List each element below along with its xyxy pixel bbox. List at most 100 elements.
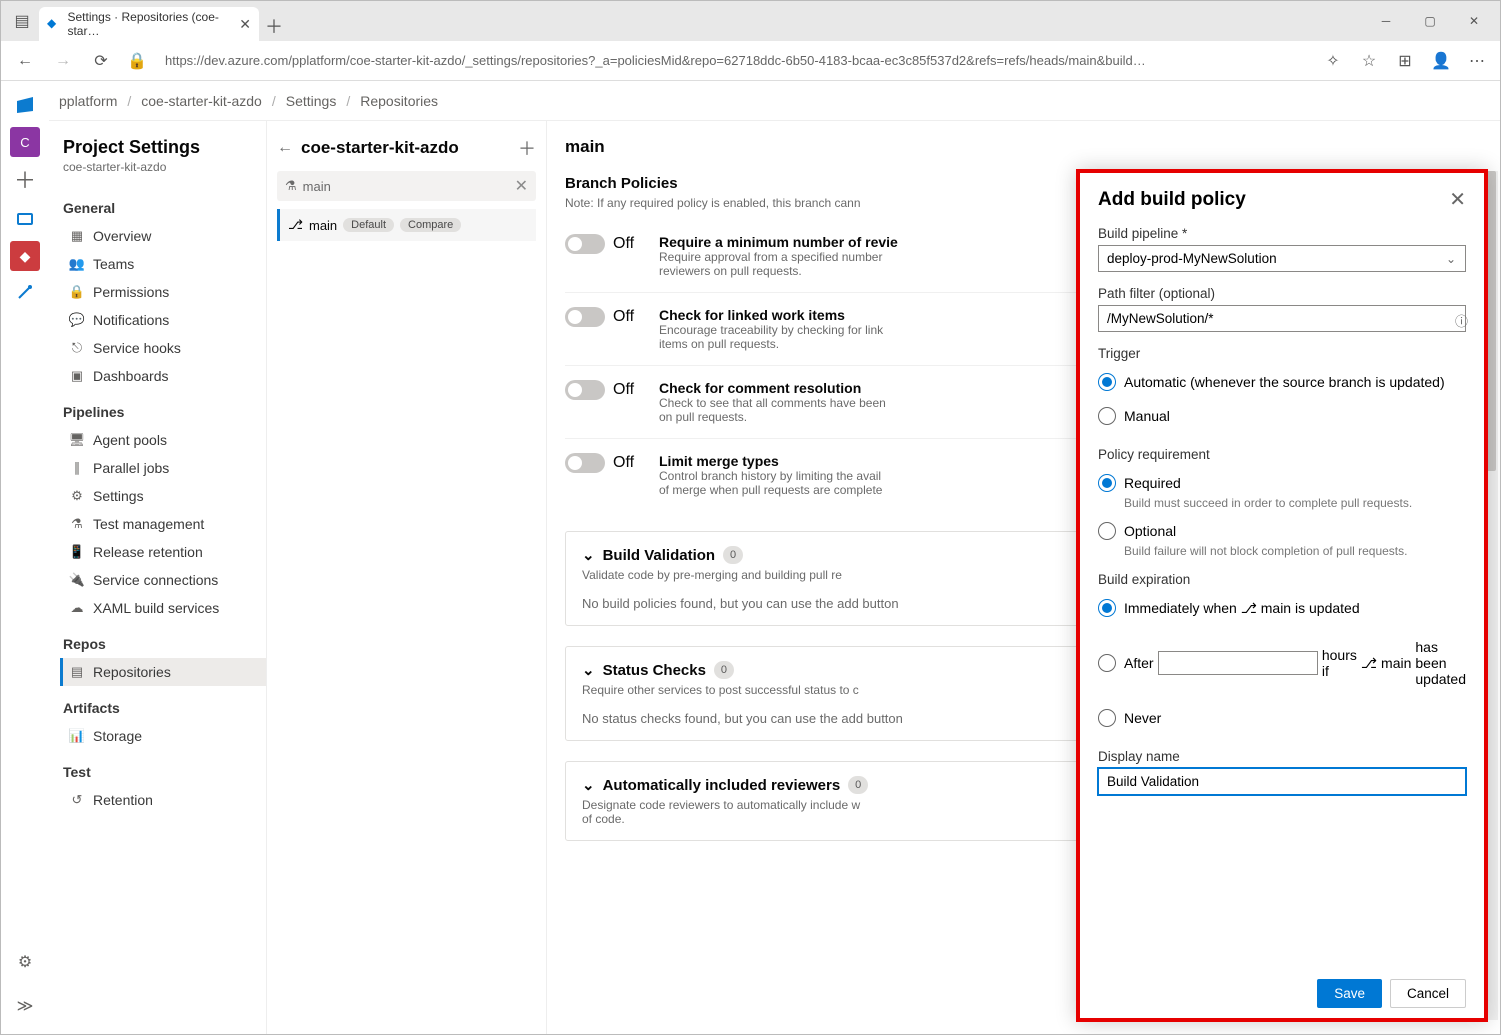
radio-icon xyxy=(1098,654,1116,672)
count-badge: 0 xyxy=(848,776,868,794)
chevron-down-icon[interactable]: ⌄ xyxy=(582,661,595,679)
breadcrumb: pplatform / coe-starter-kit-azdo / Setti… xyxy=(49,81,1500,121)
section-repos: Repos xyxy=(63,622,266,658)
boards-icon[interactable] xyxy=(7,201,43,237)
nav-agent-pools[interactable]: 🖥Agent pools xyxy=(60,426,266,454)
toggle-linked-work-items[interactable] xyxy=(565,307,605,327)
branch-icon: ⎇ xyxy=(1241,600,1261,616)
repo-list-column: ← coe-starter-kit-azdo ＋ ⚗ main ✕ ⎇ main… xyxy=(267,121,547,1034)
expand-nav-icon[interactable]: ≫ xyxy=(7,988,43,1024)
pathfilter-label: Path filter (optional) xyxy=(1098,286,1466,301)
reader-mode-icon[interactable]: ✧ xyxy=(1318,46,1348,76)
toggle-limit-merge[interactable] xyxy=(565,453,605,473)
nav-permissions[interactable]: 🔒Permissions xyxy=(60,278,266,306)
collections-icon[interactable]: ⊞ xyxy=(1390,46,1420,76)
radio-icon xyxy=(1098,407,1116,425)
plug-icon: 🔌 xyxy=(69,572,85,588)
azure-devops-logo-icon[interactable] xyxy=(7,87,43,123)
add-branch-icon[interactable]: ＋ xyxy=(518,135,536,161)
nav-retention[interactable]: ↺Retention xyxy=(60,786,266,814)
cloud-icon: ☁ xyxy=(69,600,85,616)
count-badge: 0 xyxy=(714,661,734,679)
nav-test-management[interactable]: ⚗Test management xyxy=(60,510,266,538)
nav-notifications[interactable]: 💬Notifications xyxy=(60,306,266,334)
nav-parallel-jobs[interactable]: ∥Parallel jobs xyxy=(60,454,266,482)
nav-xaml-build[interactable]: ☁XAML build services xyxy=(60,594,266,622)
toggle-comment-resolution[interactable] xyxy=(565,380,605,400)
nav-service-connections[interactable]: 🔌Service connections xyxy=(60,566,266,594)
trigger-label: Trigger xyxy=(1098,346,1466,361)
nav-repositories[interactable]: ▤Repositories xyxy=(60,658,266,686)
trigger-automatic-radio[interactable]: Automatic (whenever the source branch is… xyxy=(1098,373,1466,391)
optional-hint: Build failure will not block completion … xyxy=(1124,544,1466,558)
url-text[interactable]: https://dev.azure.com/pplatform/coe-star… xyxy=(157,49,1312,72)
breadcrumb-area[interactable]: Settings xyxy=(286,93,337,109)
pathfilter-input[interactable] xyxy=(1098,305,1466,332)
project-settings-icon[interactable]: ⚙ xyxy=(7,944,43,980)
pipelines-icon[interactable] xyxy=(7,275,43,311)
breadcrumb-org[interactable]: pplatform xyxy=(59,93,117,109)
filter-icon: ⚗ xyxy=(285,178,297,194)
policy-optional-radio[interactable]: Optional xyxy=(1098,522,1466,540)
repos-icon[interactable]: ◆ xyxy=(10,241,40,271)
toggle-min-reviewers[interactable] xyxy=(565,234,605,254)
repo-icon: ▤ xyxy=(69,664,85,680)
repo-title: coe-starter-kit-azdo xyxy=(301,138,510,158)
chevron-down-icon[interactable]: ⌄ xyxy=(582,776,595,794)
clear-filter-icon[interactable]: ✕ xyxy=(515,176,528,196)
compare-badge: Compare xyxy=(400,218,461,232)
nav-release-retention[interactable]: 📱Release retention xyxy=(60,538,266,566)
tab-close-icon[interactable]: ✕ xyxy=(239,16,251,33)
expiration-after-radio[interactable]: After hours if ⎇ main has been updated xyxy=(1098,639,1466,687)
pipeline-select[interactable] xyxy=(1098,245,1466,272)
radio-icon xyxy=(1098,522,1116,540)
branch-filter-input[interactable]: ⚗ main ✕ xyxy=(277,171,536,201)
save-button[interactable]: Save xyxy=(1317,979,1382,1008)
cancel-button[interactable]: Cancel xyxy=(1390,979,1466,1008)
browser-address-bar: ← → ⟳ 🔒 https://dev.azure.com/pplatform/… xyxy=(1,41,1500,81)
section-pipelines: Pipelines xyxy=(63,390,266,426)
nav-refresh-button[interactable]: ⟳ xyxy=(85,45,117,77)
nav-service-hooks[interactable]: ⎋Service hooks xyxy=(60,334,266,362)
add-menu-icon[interactable]: ＋ xyxy=(7,161,43,197)
browser-titlebar: ▤ ◆ Settings · Repositories (coe-star… ✕… xyxy=(1,1,1500,41)
back-arrow-icon[interactable]: ← xyxy=(277,139,293,157)
nav-storage[interactable]: 📊Storage xyxy=(60,722,266,750)
more-menu-icon[interactable]: ⋯ xyxy=(1462,46,1492,76)
new-tab-button[interactable]: ＋ xyxy=(259,11,289,41)
displayname-input[interactable] xyxy=(1098,768,1466,795)
pipeline-label: Build pipeline * xyxy=(1098,226,1466,241)
close-icon[interactable]: ✕ xyxy=(1449,187,1466,212)
tab-actions-icon[interactable]: ▤ xyxy=(5,4,39,38)
window-close-button[interactable]: ✕ xyxy=(1452,4,1496,38)
window-maximize-button[interactable]: ▢ xyxy=(1408,4,1452,38)
trigger-manual-radio[interactable]: Manual xyxy=(1098,407,1466,425)
chevron-down-icon[interactable]: ⌄ xyxy=(582,546,595,564)
parallel-icon: ∥ xyxy=(69,460,85,476)
policy-required-radio[interactable]: Required xyxy=(1098,474,1466,492)
branch-row-main[interactable]: ⎇ main Default Compare xyxy=(277,209,536,241)
nav-dashboards[interactable]: ▣Dashboards xyxy=(60,362,266,390)
breadcrumb-project[interactable]: coe-starter-kit-azdo xyxy=(141,93,262,109)
site-lock-icon[interactable]: 🔒 xyxy=(123,51,151,71)
nav-back-button[interactable]: ← xyxy=(9,45,41,77)
info-icon[interactable]: ⓘ xyxy=(1455,311,1468,330)
breadcrumb-page[interactable]: Repositories xyxy=(360,93,438,109)
chat-icon: 💬 xyxy=(69,312,85,328)
expiration-hours-input[interactable] xyxy=(1158,651,1318,675)
teams-icon: 👥 xyxy=(69,256,85,272)
favorite-icon[interactable]: ☆ xyxy=(1354,46,1384,76)
default-badge: Default xyxy=(343,218,394,232)
nav-settings[interactable]: ⚙Settings xyxy=(60,482,266,510)
expiration-immediately-radio[interactable]: Immediately when ⎇ main is updated xyxy=(1098,599,1466,617)
window-minimize-button[interactable]: ─ xyxy=(1364,4,1408,38)
profile-avatar[interactable]: 👤 xyxy=(1426,46,1456,76)
expiration-never-radio[interactable]: Never xyxy=(1098,709,1466,727)
tab-title: Settings · Repositories (coe-star… xyxy=(67,10,233,38)
nav-teams[interactable]: 👥Teams xyxy=(60,250,266,278)
lock-icon: 🔒 xyxy=(69,284,85,300)
project-avatar[interactable]: C xyxy=(10,127,40,157)
panel-title: Add build policy xyxy=(1098,189,1246,211)
nav-overview[interactable]: ▦Overview xyxy=(60,222,266,250)
browser-tab-active[interactable]: ◆ Settings · Repositories (coe-star… ✕ xyxy=(39,7,259,41)
